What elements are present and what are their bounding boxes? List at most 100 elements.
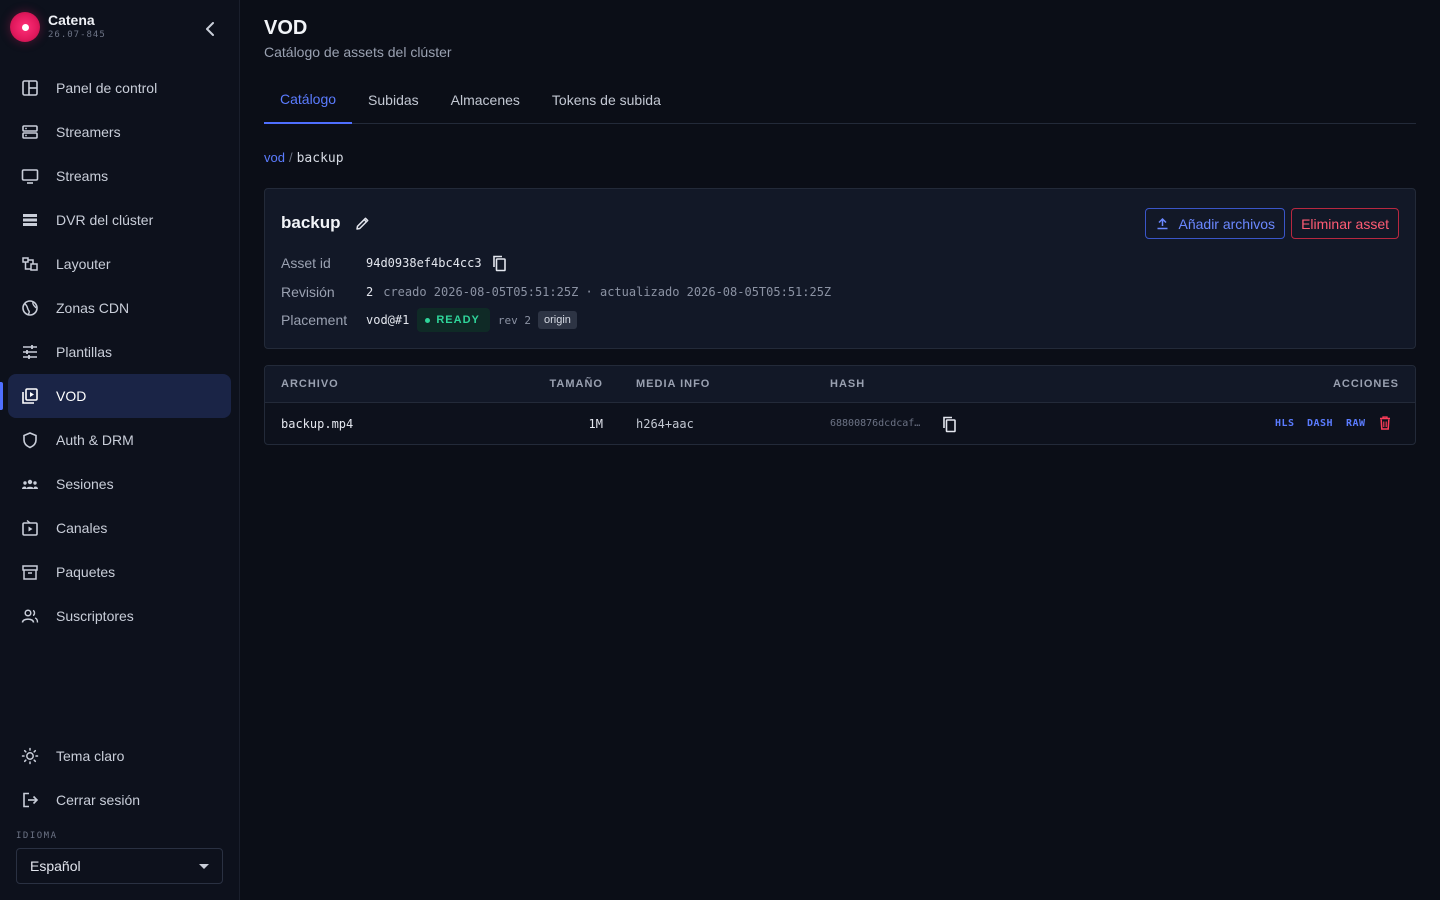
column-header-tamano: TAMAÑO (549, 378, 603, 390)
file-media-info: h264+aac (636, 417, 694, 431)
tab-almacenes[interactable]: Almacenes (435, 76, 536, 123)
sidebar-item-layouter[interactable]: Layouter (8, 242, 231, 286)
sidebar-bottom: Tema claro Cerrar sesión (8, 734, 231, 822)
sun-icon (20, 746, 40, 766)
sidebar-item-streamers[interactable]: Streamers (8, 110, 231, 154)
brand: Catena 26.07-845 (10, 12, 106, 42)
placement-rev: rev 2 (497, 313, 531, 327)
revision-label: Revisión (281, 284, 335, 300)
language-label: IDIOMA (16, 831, 58, 841)
tab-catalogo[interactable]: Catálogo (264, 76, 353, 124)
status-text: READY (436, 314, 480, 326)
video-library-icon (20, 386, 40, 406)
collapse-sidebar-button[interactable] (200, 20, 220, 38)
sidebar-item-zonas-cdn[interactable]: Zonas CDN (8, 286, 231, 330)
edit-name-button[interactable] (355, 215, 371, 231)
logout-button[interactable]: Cerrar sesión (8, 778, 231, 822)
sidebar-item-vod[interactable]: VOD (0, 374, 231, 418)
logout-label: Cerrar sesión (56, 792, 141, 808)
column-header-media-info: MEDIA INFO (636, 378, 711, 390)
sidebar-item-label: Sesiones (56, 476, 114, 492)
breadcrumb-separator: / (288, 150, 293, 165)
files-table: ARCHIVO TAMAÑO MEDIA INFO HASH ACCIONES … (264, 365, 1416, 445)
copy-asset-id-button[interactable] (492, 254, 508, 272)
sidebar-item-sesiones[interactable]: Sesiones (8, 462, 231, 506)
placement-label: Placement (281, 312, 348, 328)
users-group-icon (20, 474, 40, 494)
column-header-hash: HASH (830, 378, 866, 390)
brand-logo (10, 12, 40, 42)
add-files-button[interactable]: Añadir archivos (1144, 208, 1285, 239)
status-badge: READY (417, 308, 490, 332)
shield-icon (20, 430, 40, 450)
tab-subidas[interactable]: Subidas (352, 76, 435, 123)
add-files-label: Añadir archivos (1178, 215, 1276, 232)
tab-tokens-de-subida[interactable]: Tokens de subida (536, 76, 677, 123)
files-table-header: ARCHIVO TAMAÑO MEDIA INFO HASH ACCIONES (265, 366, 1415, 403)
breadcrumb-root-link[interactable]: vod (264, 150, 285, 165)
copy-icon (492, 255, 506, 271)
column-header-archivo: ARCHIVO (281, 378, 339, 390)
breadcrumb-current: backup (296, 151, 344, 166)
placement-row: Placement vod@#1 READY rev 2 origin (281, 308, 577, 332)
upload-icon (1156, 217, 1169, 230)
asset-card: backup Añadir archivos Eliminar asset As… (264, 188, 1416, 349)
trash-icon (1380, 416, 1390, 430)
sidebar-item-label: Plantillas (56, 344, 113, 360)
status-dot (425, 317, 431, 323)
tab-bar: Catálogo Subidas Almacenes Tokens de sub… (264, 76, 1416, 124)
theme-toggle-label: Tema claro (56, 748, 125, 764)
layout-icon (20, 254, 40, 274)
sidebar-item-panel-de-control[interactable]: Panel de control (8, 66, 231, 110)
copy-hash-button[interactable] (942, 415, 958, 433)
delete-asset-button[interactable]: Eliminar asset (1291, 208, 1399, 239)
sidebar-item-auth-drm[interactable]: Auth & DRM (8, 418, 231, 462)
delete-file-button[interactable] (1379, 416, 1391, 433)
hls-link[interactable]: HLS (1275, 418, 1295, 429)
dash-link[interactable]: DASH (1307, 418, 1333, 429)
asset-id-value: 94d0938ef4bc4cc3 (366, 256, 482, 270)
table-row: backup.mp4 1M h264+aac 68800876dcdcaf… H… (265, 403, 1415, 444)
sidebar-item-label: VOD (56, 388, 87, 404)
chevron-left-icon (206, 22, 214, 36)
sidebar-item-suscriptores[interactable]: Suscriptores (8, 594, 231, 638)
theme-toggle[interactable]: Tema claro (8, 734, 231, 778)
sidebar-item-canales[interactable]: Canales (8, 506, 231, 550)
placement-value: vod@#1 (366, 313, 410, 327)
asset-id-row: Asset id 94d0938ef4bc4cc3 (281, 252, 508, 274)
logout-icon (20, 790, 40, 810)
revision-detail: creado 2026-08-05T05:51:25Z · actualizad… (383, 285, 832, 299)
server-icon (20, 122, 40, 142)
tv-play-icon (20, 518, 40, 538)
sidebar-item-dvr[interactable]: DVR del clúster (8, 198, 231, 242)
app-name: Catena (48, 12, 95, 28)
file-name: backup.mp4 (281, 417, 354, 431)
sidebar-item-streams[interactable]: Streams (8, 154, 231, 198)
page-title: VOD (264, 17, 308, 39)
sidebar-item-label: Streamers (56, 124, 121, 140)
revision-row: Revisión 2 creado 2026-08-05T05:51:25Z ·… (281, 281, 831, 303)
dashboard-icon (20, 78, 40, 98)
chevron-down-icon (199, 864, 209, 869)
page-subtitle: Catálogo de assets del clúster (264, 44, 452, 60)
sidebar-item-label: Streams (56, 168, 109, 184)
column-header-acciones: ACCIONES (1332, 378, 1399, 390)
subscribers-icon (20, 606, 40, 626)
sidebar-item-plantillas[interactable]: Plantillas (8, 330, 231, 374)
file-size: 1M (588, 417, 603, 431)
sidebar-item-label: Layouter (56, 256, 111, 272)
asset-id-label: Asset id (281, 255, 331, 271)
language-value: Español (30, 858, 81, 874)
raw-link[interactable]: RAW (1346, 418, 1366, 429)
sidebar-item-paquetes[interactable]: Paquetes (8, 550, 231, 594)
pencil-icon (356, 217, 369, 230)
main-nav: Panel de control Streamers Streams DVR d… (0, 66, 231, 638)
app-version: 26.07-845 (48, 30, 106, 40)
sliders-icon (20, 342, 40, 362)
sidebar-item-label: Auth & DRM (56, 432, 134, 448)
file-hash: 68800876dcdcaf… (830, 418, 921, 429)
language-select[interactable]: Español (16, 848, 223, 884)
asset-name: backup (281, 213, 341, 232)
sidebar-item-label: Panel de control (56, 80, 158, 96)
sidebar: Catena 26.07-845 Panel de control Stream… (0, 0, 240, 900)
